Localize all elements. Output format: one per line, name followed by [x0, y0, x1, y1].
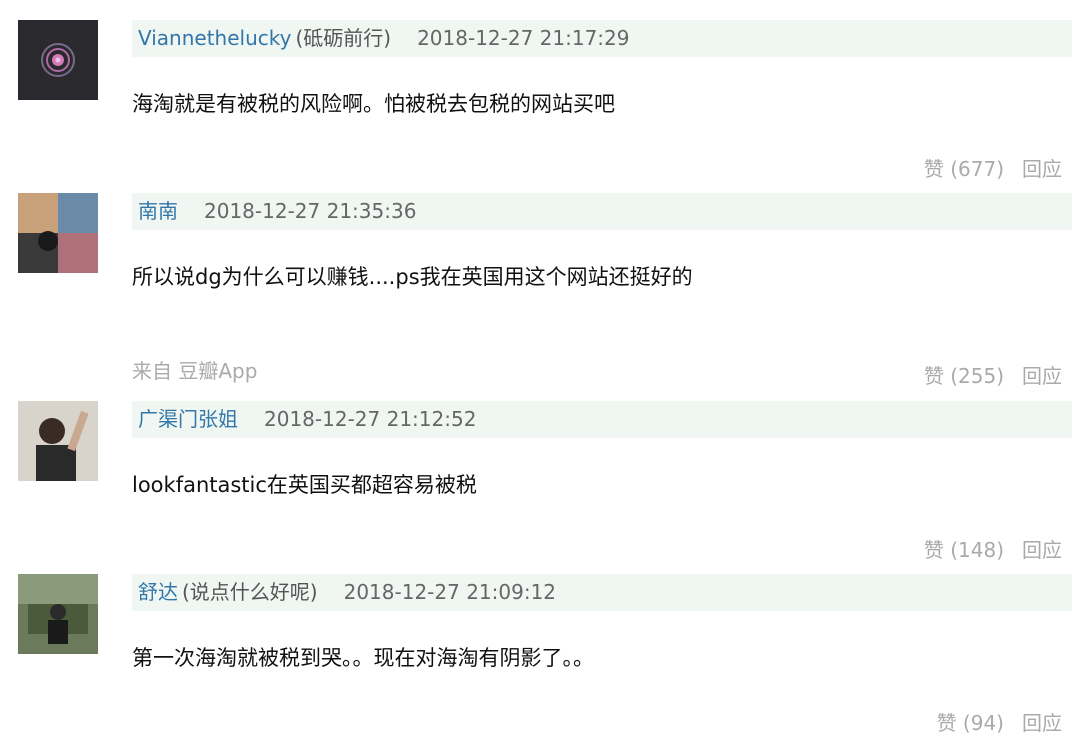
- avatar-outdoor-image: [18, 574, 98, 654]
- comment-source: 来自 豆瓣App: [132, 359, 258, 383]
- avatar-person-image: [18, 401, 98, 481]
- comment-meta-bar: 广渠门张姐 2018-12-27 21:12:52: [132, 401, 1072, 438]
- like-button[interactable]: 赞 (255): [924, 360, 1004, 389]
- comment-actions: 赞 (255) 回应: [924, 360, 1062, 389]
- comment-meta-bar: 舒达 (说点什么好呢) 2018-12-27 21:09:12: [132, 574, 1072, 611]
- reply-button[interactable]: 回应: [1022, 707, 1062, 736]
- author-signature: (砥砺前行): [295, 26, 392, 50]
- like-button[interactable]: 赞 (94): [937, 707, 1004, 736]
- comment-time: 2018-12-27 21:17:29: [417, 26, 630, 50]
- comment-content: 海淘就是有被税的风险啊。怕被税去包税的网站买吧: [132, 92, 615, 116]
- comment-content: 第一次海淘就被税到哭。。现在对海淘有阴影了。。: [132, 646, 594, 670]
- avatar[interactable]: [18, 20, 98, 100]
- avatar[interactable]: [18, 401, 98, 481]
- reply-button[interactable]: 回应: [1022, 534, 1062, 563]
- author-link[interactable]: 南南: [138, 193, 178, 230]
- author-link[interactable]: 广渠门张姐: [138, 401, 238, 438]
- comment-item: 南南 2018-12-27 21:35:36 所以说dg为什么可以赚钱....p…: [0, 193, 1080, 398]
- avatar-mandala-image: [18, 20, 98, 100]
- comment-content: lookfantastic在英国买都超容易被税: [132, 473, 477, 497]
- comment-actions: 赞 (677) 回应: [924, 153, 1062, 182]
- comment-actions: 赞 (94) 回应: [937, 707, 1062, 736]
- reply-button[interactable]: 回应: [1022, 360, 1062, 389]
- avatar[interactable]: [18, 574, 98, 654]
- comment-meta-bar: Viannethelucky (砥砺前行) 2018-12-27 21:17:2…: [132, 20, 1072, 57]
- comment-meta-bar: 南南 2018-12-27 21:35:36: [132, 193, 1072, 230]
- comment-item: 广渠门张姐 2018-12-27 21:12:52 lookfantastic在…: [0, 401, 1080, 571]
- comment-item: Viannethelucky (砥砺前行) 2018-12-27 21:17:2…: [0, 20, 1080, 190]
- author-link[interactable]: 舒达: [138, 574, 178, 611]
- author-link[interactable]: Viannethelucky: [138, 20, 291, 57]
- author-signature: (说点什么好呢): [182, 580, 318, 604]
- comment-content: 所以说dg为什么可以赚钱....ps我在英国用这个网站还挺好的: [132, 265, 693, 289]
- like-button[interactable]: 赞 (677): [924, 153, 1004, 182]
- avatar[interactable]: [18, 193, 98, 273]
- avatar-collage-image: [18, 193, 98, 273]
- like-button[interactable]: 赞 (148): [924, 534, 1004, 563]
- comment-time: 2018-12-27 21:12:52: [264, 407, 477, 431]
- comment-time: 2018-12-27 21:09:12: [343, 580, 557, 604]
- reply-button[interactable]: 回应: [1022, 153, 1062, 182]
- comment-actions: 赞 (148) 回应: [924, 534, 1062, 563]
- comment-time: 2018-12-27 21:35:36: [204, 199, 417, 223]
- comment-item: 舒达 (说点什么好呢) 2018-12-27 21:09:12 第一次海淘就被税…: [0, 574, 1080, 746]
